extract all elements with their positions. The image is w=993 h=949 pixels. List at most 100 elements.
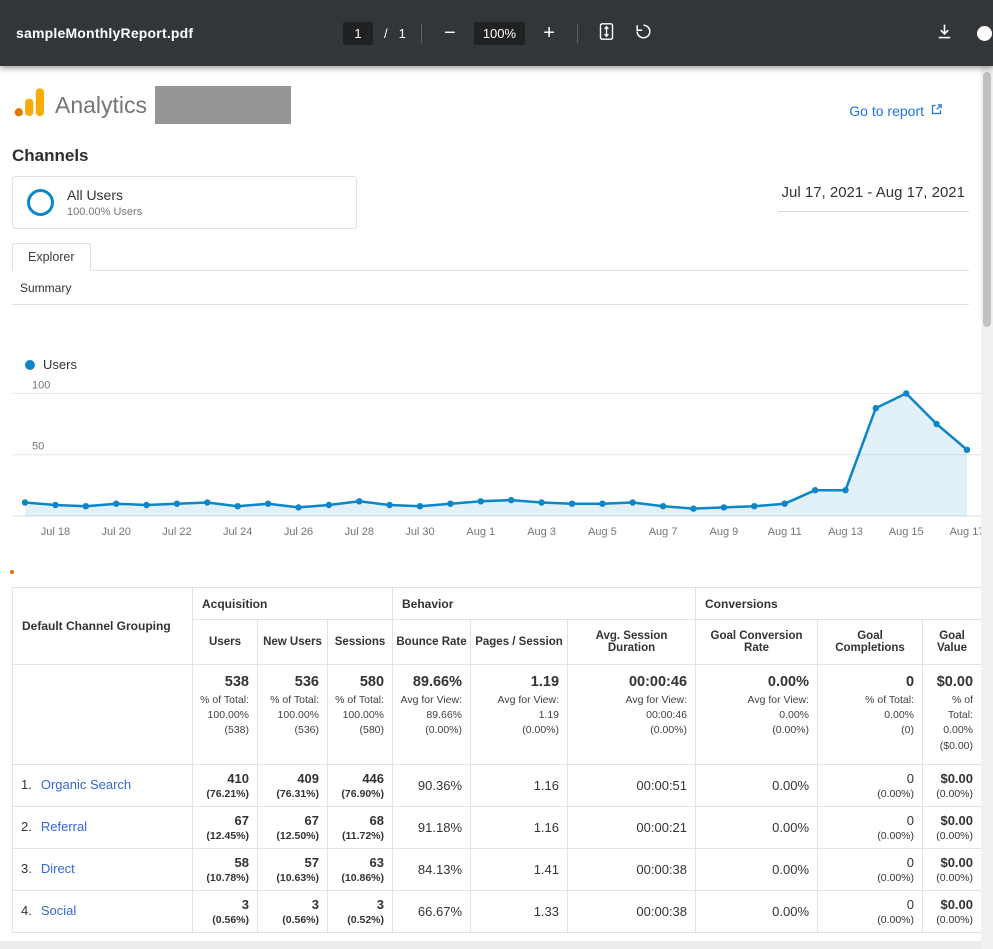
summary-pages-session: 1.19Avg for View: 1.19 (0.00%) (471, 665, 568, 765)
cell-users: 410(76.21%) (193, 764, 258, 806)
toolbar-separator (421, 24, 422, 43)
header-pages-session: Pages / Session (471, 620, 568, 665)
segment-name: All Users (67, 187, 142, 203)
table-row: 3.Direct 58(10.78%) 57(10.63%) 63(10.86%… (13, 848, 982, 890)
header-users: Users (193, 620, 258, 665)
chart-area: Users 10050Jul 18Jul 20Jul 22Jul 24Jul 2… (12, 304, 969, 540)
fit-page-icon (597, 22, 616, 44)
rotate-button[interactable] (630, 20, 656, 46)
header-group-behavior: Behavior (393, 588, 696, 620)
cell-users: 67(12.45%) (193, 806, 258, 848)
toolbar-right-controls (656, 20, 983, 46)
header-group-acquisition: Acquisition (193, 588, 393, 620)
zoom-in-button[interactable]: + (536, 20, 562, 46)
cell-users: 3(0.56%) (193, 890, 258, 932)
scrollbar-thumb[interactable] (983, 72, 991, 327)
svg-text:Jul 22: Jul 22 (162, 526, 191, 538)
cell-avg-duration: 00:00:38 (568, 848, 696, 890)
pdf-page: Analytics Go to report Channels All User… (0, 66, 981, 941)
cell-bounce-rate: 91.18% (393, 806, 471, 848)
cell-goal-cr: 0.00% (696, 848, 818, 890)
cell-pages-session: 1.16 (471, 764, 568, 806)
segment-detail: 100.00% Users (67, 206, 142, 218)
cell-goal-value: $0.00(0.00%) (923, 764, 981, 806)
svg-text:Jul 26: Jul 26 (284, 526, 313, 538)
header-goal-conversion-rate: Goal Conversion Rate (696, 620, 818, 665)
fit-page-button[interactable] (593, 20, 619, 46)
analytics-wordmark: Analytics (55, 92, 147, 119)
channel-link-organic-search[interactable]: Organic Search (41, 777, 131, 792)
summary-goal-completions: 0% of Total: 0.00% (0) (818, 665, 923, 765)
pdf-viewer: sampleMonthlyReport.pdf 1 / 1 − 100% + (0, 0, 993, 949)
cell-pages-session: 1.41 (471, 848, 568, 890)
external-link-icon (930, 103, 943, 119)
more-actions-icon[interactable] (977, 26, 992, 41)
cell-pages-session: 1.33 (471, 890, 568, 932)
horizontal-scrollbar-area (0, 941, 981, 949)
svg-text:Jul 18: Jul 18 (41, 526, 70, 538)
summary-users: 538% of Total: 100.00% (538) (193, 665, 258, 765)
table-row: 1.Organic Search 410(76.21%) 409(76.31%)… (13, 764, 982, 806)
channel-cell: 1. Organic Search (13, 764, 193, 806)
stray-orange-dot (10, 570, 14, 574)
cell-goal-cr: 0.00% (696, 806, 818, 848)
pdf-filename: sampleMonthlyReport.pdf (16, 25, 343, 41)
zoom-out-button[interactable]: − (437, 20, 463, 46)
cell-goal-completions: 0(0.00%) (818, 806, 923, 848)
channels-table: Default Channel Grouping Acquisition Beh… (12, 587, 981, 933)
svg-text:Jul 30: Jul 30 (405, 526, 434, 538)
page-title: Channels (12, 146, 969, 166)
table-row: 2.Referral 67(12.45%) 67(12.50%) 68(11.7… (13, 806, 982, 848)
summary-row: 538% of Total: 100.00% (538) 536% of Tot… (13, 665, 982, 765)
zoom-level[interactable]: 100% (474, 22, 525, 45)
go-to-report-link[interactable]: Go to report (849, 103, 943, 119)
cell-bounce-rate: 84.13% (393, 848, 471, 890)
cell-bounce-rate: 90.36% (393, 764, 471, 806)
legend-label: Users (43, 357, 77, 372)
svg-text:100: 100 (32, 379, 50, 391)
row-number: 3. (21, 861, 32, 876)
channel-link-social[interactable]: Social (41, 903, 76, 918)
cell-goal-completions: 0(0.00%) (818, 890, 923, 932)
row-number: 2. (21, 819, 32, 834)
row-number: 1. (21, 777, 32, 792)
channel-link-direct[interactable]: Direct (41, 861, 75, 876)
go-to-report-label: Go to report (849, 103, 924, 119)
channel-cell: 3. Direct (13, 848, 193, 890)
header-avg-session-duration: Avg. Session Duration (568, 620, 696, 665)
cell-avg-duration: 00:00:38 (568, 890, 696, 932)
series-dot-icon (25, 360, 35, 370)
cell-goal-cr: 0.00% (696, 890, 818, 932)
header-bounce-rate: Bounce Rate (393, 620, 471, 665)
vertical-scrollbar[interactable] (981, 66, 993, 949)
cell-avg-duration: 00:00:21 (568, 806, 696, 848)
svg-text:Aug 15: Aug 15 (889, 526, 924, 538)
svg-text:Jul 24: Jul 24 (223, 526, 252, 538)
svg-text:50: 50 (32, 441, 44, 453)
channel-link-referral[interactable]: Referral (41, 819, 87, 834)
cell-avg-duration: 00:00:51 (568, 764, 696, 806)
svg-text:Aug 1: Aug 1 (466, 526, 495, 538)
download-icon (935, 22, 954, 44)
page-total: 1 (399, 26, 406, 41)
svg-text:Aug 17: Aug 17 (950, 526, 981, 538)
redacted-account-name (155, 86, 291, 124)
channel-cell: 2. Referral (13, 806, 193, 848)
svg-text:Jul 28: Jul 28 (345, 526, 374, 538)
toolbar-center-controls: 1 / 1 − 100% + (343, 20, 656, 46)
download-button[interactable] (931, 20, 957, 46)
summary-new-users: 536% of Total: 100.00% (536) (258, 665, 328, 765)
cell-users: 58(10.78%) (193, 848, 258, 890)
page-number-input[interactable]: 1 (343, 22, 373, 45)
cell-goal-completions: 0(0.00%) (818, 764, 923, 806)
cell-sessions: 63(10.86%) (328, 848, 393, 890)
analytics-logo: Analytics (12, 86, 147, 124)
svg-text:Aug 5: Aug 5 (588, 526, 617, 538)
cell-goal-value: $0.00(0.00%) (923, 848, 981, 890)
cell-new-users: 3(0.56%) (258, 890, 328, 932)
cell-goal-cr: 0.00% (696, 764, 818, 806)
all-users-circle-icon (27, 189, 54, 216)
segment-card: All Users 100.00% Users (12, 176, 357, 229)
section-label-summary: Summary (12, 271, 969, 304)
header-goal-completions: Goal Completions (818, 620, 923, 665)
